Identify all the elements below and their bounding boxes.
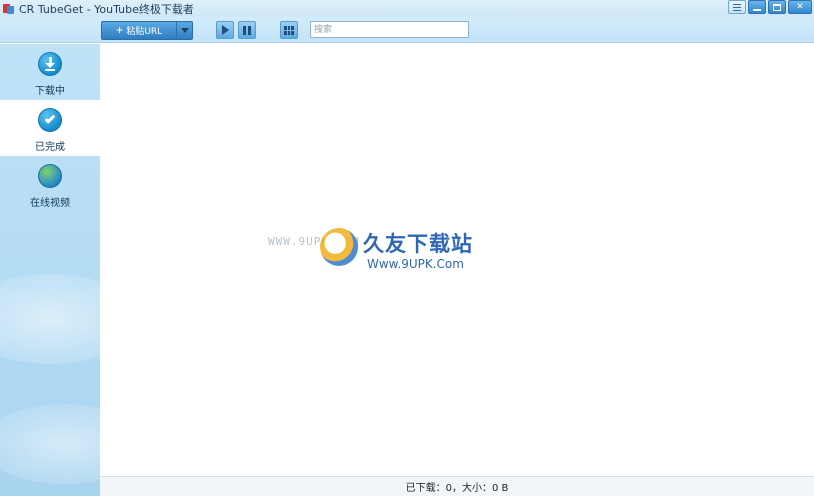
paste-url-button[interactable]: + 粘贴URL — [102, 22, 176, 39]
sidebar: 下载中 已完成 在线视频 — [0, 44, 100, 496]
app-icon — [3, 3, 15, 15]
start-button[interactable] — [216, 21, 234, 39]
sidebar-item-label: 下载中 — [35, 86, 65, 97]
play-icon — [221, 25, 229, 35]
maximize-button[interactable] — [768, 0, 786, 14]
menu-button[interactable] — [728, 0, 746, 14]
menu-icon — [733, 3, 741, 11]
pause-button[interactable] — [238, 21, 256, 39]
status-bar: 已下载：0，大小：0 B — [100, 476, 814, 496]
title-bar: CR TubeGet - YouTube终极下载者 ✕ — [0, 0, 814, 17]
window-title: CR TubeGet - YouTube终极下载者 — [19, 2, 194, 16]
paste-url-button-group: + 粘贴URL — [101, 21, 193, 40]
search-input[interactable] — [310, 21, 469, 38]
sidebar-item-downloading[interactable]: 下载中 — [0, 44, 100, 100]
toolbar: + 粘贴URL — [0, 17, 814, 43]
paste-url-dropdown-button[interactable] — [176, 22, 192, 39]
sidebar-item-label: 已完成 — [35, 142, 65, 153]
window-controls: ✕ — [728, 0, 812, 14]
globe-icon — [38, 164, 62, 188]
watermark-title: 久友下载站 — [363, 232, 473, 256]
minimize-icon — [753, 8, 761, 11]
sidebar-item-completed[interactable]: 已完成 — [0, 100, 100, 156]
sidebar-cloud-decoration — [0, 274, 100, 364]
pause-icon — [243, 25, 251, 35]
maximize-icon — [773, 3, 781, 11]
sidebar-item-label: 在线视频 — [30, 198, 70, 209]
download-icon — [38, 52, 62, 76]
close-button[interactable]: ✕ — [788, 0, 812, 14]
sidebar-item-online-video[interactable]: 在线视频 — [0, 156, 100, 212]
chevron-down-icon — [180, 28, 189, 33]
watermark-logo-icon — [320, 228, 358, 266]
check-icon — [38, 108, 62, 132]
close-icon: ✕ — [796, 1, 804, 12]
view-mode-button[interactable] — [280, 21, 298, 39]
status-text: 已下载：0，大小：0 B — [405, 483, 509, 494]
watermark: WWW.9UPK.COM 久友下载站 Www.9UPK.Com — [268, 226, 528, 276]
minimize-button[interactable] — [748, 0, 766, 14]
watermark-url: Www.9UPK.Com — [367, 257, 464, 271]
plus-icon: + — [115, 25, 124, 36]
grid-icon — [284, 25, 294, 35]
paste-url-label: 粘贴URL — [126, 27, 163, 37]
sidebar-cloud-decoration — [0, 404, 100, 484]
